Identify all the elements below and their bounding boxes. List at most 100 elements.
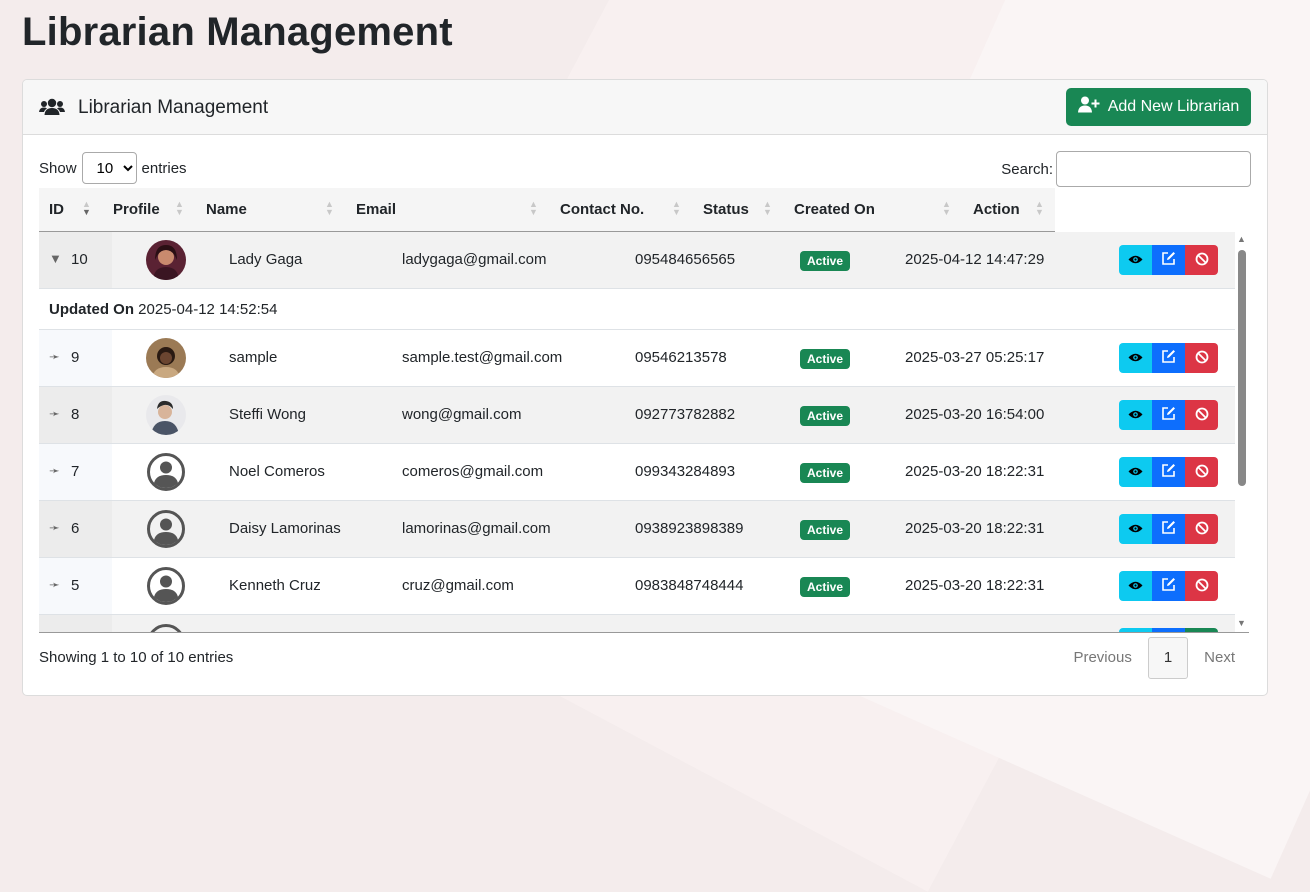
name-cell: Noel Comeros: [229, 463, 325, 480]
sort-icon: ▲ ▼: [175, 199, 184, 217]
table-row[interactable]: ➛ 6 Daisy Lamorinas lamorinas@gmail.com …: [39, 501, 1235, 558]
disable-button[interactable]: [1185, 400, 1218, 430]
default-avatar-icon: [146, 452, 186, 492]
edit-icon: [1161, 463, 1176, 481]
expand-arrow-icon[interactable]: ➛: [49, 349, 60, 365]
column-header-name[interactable]: Name: [206, 201, 247, 218]
email-cell: lamorinas@gmail.com: [402, 520, 551, 537]
scroll-thumb[interactable]: [1238, 250, 1246, 486]
sort-icon: ▲ ▼: [763, 199, 772, 217]
id-cell: 8: [71, 406, 80, 423]
show-label: Show: [39, 159, 77, 177]
contact-cell: 099343284893: [635, 463, 736, 480]
avatar-photo: [146, 395, 186, 435]
edit-button[interactable]: [1152, 400, 1185, 430]
column-header-action[interactable]: Action: [973, 201, 1020, 218]
contact-cell: 092773782882: [635, 406, 736, 423]
view-button[interactable]: [1119, 457, 1152, 487]
view-button[interactable]: [1119, 514, 1152, 544]
column-header-profile[interactable]: Profile: [113, 201, 160, 218]
status-badge: Active: [800, 406, 851, 426]
scroll-down-icon[interactable]: ▼: [1237, 618, 1246, 628]
ban-icon: [1195, 350, 1209, 367]
table-row[interactable]: ➛ 8 Steffi Wong wong@gmail.com 092773782…: [39, 387, 1235, 444]
created-cell: 2025-03-20 18:22:31: [905, 520, 1045, 537]
edit-icon: [1161, 577, 1176, 595]
view-button[interactable]: [1119, 343, 1152, 373]
view-button[interactable]: [1119, 400, 1152, 430]
table-info: Showing 1 to 10 of 10 entries: [39, 649, 234, 666]
user-plus-icon: [1077, 96, 1100, 118]
add-librarian-button[interactable]: Add New Librarian: [1066, 88, 1251, 126]
created-cell: 2025-03-20 18:22:31: [905, 577, 1045, 594]
row-actions: [1119, 343, 1218, 373]
created-cell: 2025-03-20 16:54:00: [905, 406, 1045, 423]
disable-button[interactable]: [1185, 571, 1218, 601]
table-row[interactable]: ➛ 9 sample sample.test@gmail.com 0954621…: [39, 330, 1235, 387]
created-cell: 2025-03-20 18:22:31: [905, 463, 1045, 480]
scroll-up-icon[interactable]: ▲: [1237, 234, 1246, 244]
edit-icon: [1161, 251, 1176, 269]
column-header-contact[interactable]: Contact No.: [560, 201, 644, 218]
table-row[interactable]: ➛ 5 Kenneth Cruz cruz@gmail.com 09838487…: [39, 558, 1235, 615]
table-row[interactable]: [39, 615, 1235, 632]
edit-button[interactable]: [1152, 514, 1185, 544]
edit-button[interactable]: [1152, 343, 1185, 373]
avatar-photo: [146, 338, 186, 378]
child-row-details: Updated On 2025-04-12 14:52:54: [39, 289, 1235, 330]
view-button[interactable]: [1119, 571, 1152, 601]
expand-arrow-icon[interactable]: ➛: [49, 520, 60, 536]
contact-cell: 0938923898389: [635, 520, 744, 537]
collapse-arrow-icon[interactable]: ▼: [49, 251, 62, 266]
previous-button[interactable]: Previous: [1057, 638, 1147, 678]
page-title: Librarian Management: [22, 10, 453, 54]
column-header-created-on[interactable]: Created On: [794, 201, 875, 218]
sort-icon: ▲ ▼: [942, 199, 951, 217]
status-badge: Active: [800, 463, 851, 483]
next-button[interactable]: Next: [1188, 638, 1251, 678]
entries-label: entries: [141, 159, 187, 177]
edit-button[interactable]: [1152, 457, 1185, 487]
view-button[interactable]: [1119, 245, 1152, 275]
disable-button[interactable]: [1185, 457, 1218, 487]
disable-button[interactable]: [1185, 514, 1218, 544]
expand-arrow-icon[interactable]: ➛: [49, 577, 60, 593]
page-1-button[interactable]: 1: [1147, 637, 1189, 679]
sort-icon: ▲ ▼: [529, 199, 538, 217]
table-body: ▼ 10 Lady Gaga ladygaga@gmail.com 095484…: [39, 232, 1235, 632]
status-badge: Active: [800, 251, 851, 271]
sort-icon: ▲ ▼: [82, 199, 91, 217]
table-scrollbar[interactable]: ▲ ▼: [1235, 232, 1249, 632]
expand-arrow-icon[interactable]: ➛: [49, 463, 60, 479]
name-cell: sample: [229, 349, 278, 366]
edit-icon: [1161, 349, 1176, 367]
sort-icon: ▲ ▼: [1035, 199, 1044, 217]
edit-icon: [1161, 406, 1176, 424]
search-input[interactable]: [1056, 151, 1251, 187]
eye-icon: [1128, 351, 1143, 366]
column-header-email[interactable]: Email: [356, 201, 396, 218]
ban-icon: [1195, 578, 1209, 595]
column-header-status[interactable]: Status: [703, 201, 749, 218]
row-actions: [1119, 571, 1218, 601]
edit-button[interactable]: [1152, 571, 1185, 601]
updated-on-text: Updated On 2025-04-12 14:52:54: [49, 301, 277, 318]
expand-arrow-icon[interactable]: ➛: [49, 406, 60, 422]
email-cell: sample.test@gmail.com: [402, 349, 563, 366]
table-row[interactable]: ▼ 10 Lady Gaga ladygaga@gmail.com 095484…: [39, 232, 1235, 289]
disable-button[interactable]: [1185, 245, 1218, 275]
eye-icon: [1128, 408, 1143, 423]
column-header-id[interactable]: ID: [49, 201, 64, 218]
sort-icon: ▲ ▼: [672, 199, 681, 217]
eye-icon: [1128, 465, 1143, 480]
disable-button[interactable]: [1185, 343, 1218, 373]
ban-icon: [1195, 521, 1209, 538]
edit-button[interactable]: [1152, 245, 1185, 275]
name-cell: Kenneth Cruz: [229, 577, 321, 594]
table-row[interactable]: ➛ 7 Noel Comeros comeros@gmail.com 09934…: [39, 444, 1235, 501]
page-length-select[interactable]: 10: [81, 152, 137, 184]
contact-cell: 09546213578: [635, 349, 727, 366]
updated-on-label: Updated On: [49, 301, 134, 318]
status-badge: Active: [800, 520, 851, 540]
search-label: Search:: [1001, 160, 1053, 178]
